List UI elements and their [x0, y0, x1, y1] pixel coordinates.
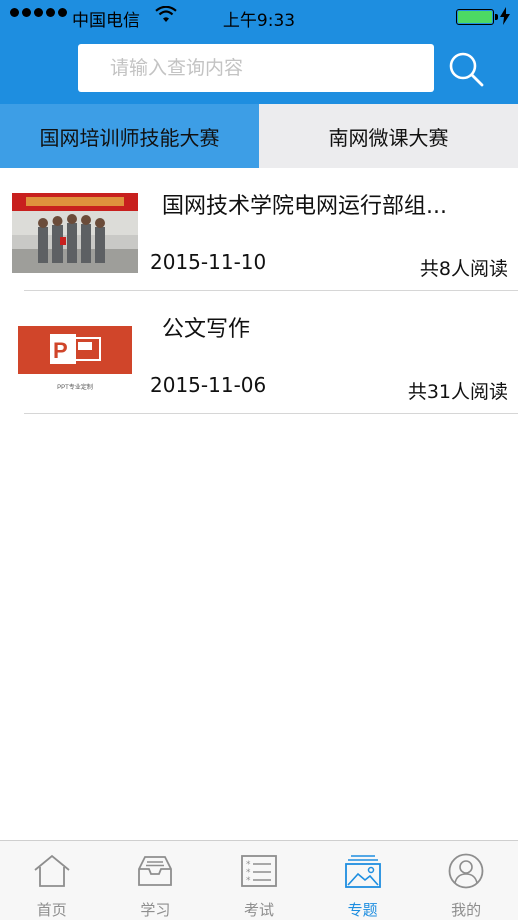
- exam-list-icon: * * *: [239, 853, 279, 889]
- search-icon[interactable]: [446, 49, 486, 89]
- status-bar: 中国电信 上午9:33: [0, 0, 518, 34]
- list-item[interactable]: 国网技术学院电网运行部组... 2015-11-10 共8人阅读: [0, 168, 518, 291]
- tabbar-topics[interactable]: 专题: [311, 841, 415, 920]
- svg-text:P: P: [53, 338, 68, 363]
- tabbar-label: 专题: [347, 901, 378, 919]
- tabbar-study[interactable]: 学习: [104, 841, 208, 920]
- tabbar-label: 我的: [451, 901, 482, 919]
- list-item[interactable]: P PPT专业定制 公文写作 2015-11-06 共31人阅读: [0, 291, 518, 414]
- article-read-count: 共8人阅读: [419, 258, 508, 280]
- image-gallery-icon: [343, 853, 383, 889]
- tabbar-me[interactable]: 我的: [414, 841, 518, 920]
- article-title: 公文写作: [162, 317, 251, 342]
- article-read-count: 共31人阅读: [407, 381, 508, 403]
- tabbar-label: 首页: [36, 901, 67, 919]
- article-thumbnail: P PPT专业定制: [12, 316, 138, 396]
- tabbar-label: 学习: [140, 901, 171, 919]
- category-tabs: 国网培训师技能大赛 南网微课大赛: [0, 104, 518, 168]
- svg-text:*: *: [246, 876, 251, 886]
- bottom-tab-bar: 首页 学习 * * * 考试 专题 我的: [0, 840, 518, 920]
- divider: [24, 413, 518, 414]
- search-input[interactable]: [78, 44, 434, 92]
- home-icon: [32, 853, 72, 889]
- tab-south-grid-microcourse[interactable]: 南网微课大赛: [259, 104, 518, 168]
- article-date: 2015-11-10: [150, 250, 267, 274]
- tab-trainer-skills-contest[interactable]: 国网培训师技能大赛: [0, 104, 259, 168]
- clock: 上午9:33: [222, 11, 296, 31]
- article-title: 国网技术学院电网运行部组...: [162, 194, 447, 219]
- article-list: 国网技术学院电网运行部组... 2015-11-10 共8人阅读 P PPT专业…: [0, 168, 518, 414]
- tabbar-home[interactable]: 首页: [0, 841, 104, 920]
- inbox-icon: [135, 853, 175, 889]
- article-thumbnail: [12, 193, 138, 273]
- user-icon: [446, 853, 486, 889]
- tabbar-exam[interactable]: * * * 考试: [207, 841, 311, 920]
- charging-bolt-icon: [500, 7, 510, 30]
- battery-icon: [456, 9, 498, 25]
- tabbar-label: 考试: [243, 901, 274, 919]
- article-date: 2015-11-06: [150, 373, 267, 397]
- search-header: [0, 34, 518, 104]
- thumbnail-caption: PPT专业定制: [57, 383, 93, 391]
